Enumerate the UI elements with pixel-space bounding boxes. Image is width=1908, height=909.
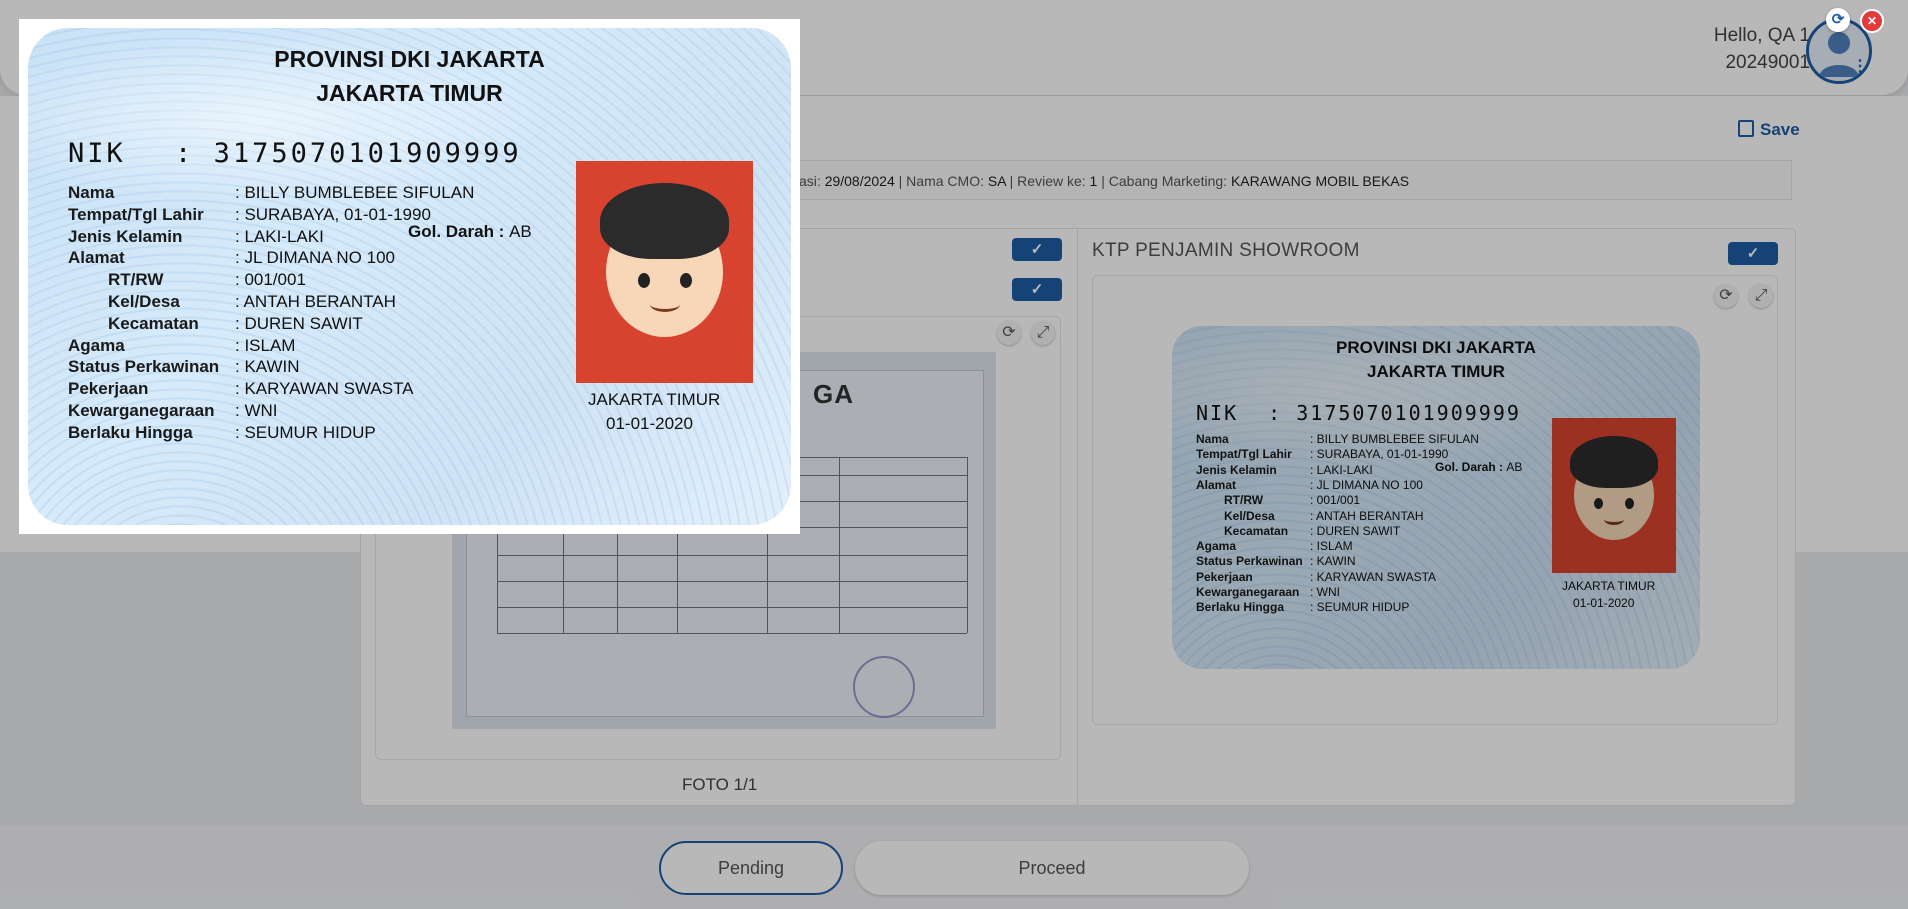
nik-label: NIK — [68, 138, 126, 169]
ktp-field-value: : SURABAYA, 01-01-1990 — [235, 204, 431, 224]
ktp-field-value: : ANTAH BERANTAH — [235, 292, 396, 311]
ktp-issue-city: JAKARTA TIMUR — [588, 390, 721, 409]
ktp-field-value: : KAWIN — [235, 357, 300, 377]
ktp-card-zoomed: PROVINSI DKI JAKARTA JAKARTA TIMUR NIK :… — [28, 28, 791, 525]
nik-value: 3175070101909999 — [213, 138, 522, 169]
ktp-province: PROVINSI DKI JAKARTA — [274, 46, 545, 72]
close-popup-icon[interactable]: ✕ — [1860, 9, 1884, 33]
ktp-photo — [576, 161, 753, 383]
ktp-field-value: : BILLY BUMBLEBEE SIFULAN — [235, 183, 475, 202]
ktp-field-label: Berlaku Hingga — [68, 422, 193, 442]
rotate-icon[interactable]: ⟳ — [1826, 8, 1850, 32]
ktp-field-value: : KARYAWAN SWASTA — [235, 379, 414, 399]
ktp-city: JAKARTA TIMUR — [316, 80, 503, 106]
ktp-field-value: : 001/001 — [235, 270, 306, 290]
ktp-field-label: Tempat/Tgl Lahir — [68, 204, 204, 224]
mouth-shape — [650, 297, 680, 312]
ktp-field-value: : WNI — [235, 401, 278, 420]
ktp-field-label: Alamat — [68, 248, 125, 268]
ktp-field-label: Agama — [68, 335, 125, 355]
ktp-zoom-popup: PROVINSI DKI JAKARTA JAKARTA TIMUR NIK :… — [19, 19, 800, 534]
ktp-field-value: : SEUMUR HIDUP — [235, 422, 376, 442]
ktp-issue-date: 01-01-2020 — [606, 414, 693, 433]
ktp-field-value: : DUREN SAWIT — [235, 313, 363, 333]
ktp-field-label: Kewarganegaraan — [68, 401, 215, 420]
ktp-nik-row: NIK : 3175070101909999 — [68, 138, 522, 169]
nik-sep: : — [175, 138, 195, 169]
ktp-field-label: Status Perkawinan — [68, 357, 220, 377]
ktp-field-label: Nama — [68, 183, 115, 202]
ktp-field-label: Jenis Kelamin — [68, 226, 183, 246]
ktp-field-value: : JL DIMANA NO 100 — [235, 248, 395, 268]
goldarah-value: AB — [509, 222, 532, 241]
goldarah-label: Gol. Darah : — [408, 222, 505, 241]
eye-shape — [638, 273, 650, 288]
ktp-field-label: Kecamatan — [108, 313, 199, 333]
ktp-field-label: Pekerjaan — [68, 379, 149, 399]
ktp-field-value: : LAKI-LAKI — [235, 226, 324, 246]
ktp-goldarah: Gol. Darah : AB — [408, 222, 532, 242]
eye-shape — [680, 273, 692, 288]
ktp-field-label: RT/RW — [108, 270, 164, 290]
hair-shape — [600, 183, 729, 259]
ktp-field-label: Kel/Desa — [108, 292, 180, 311]
ktp-field-value: : ISLAM — [235, 335, 296, 355]
